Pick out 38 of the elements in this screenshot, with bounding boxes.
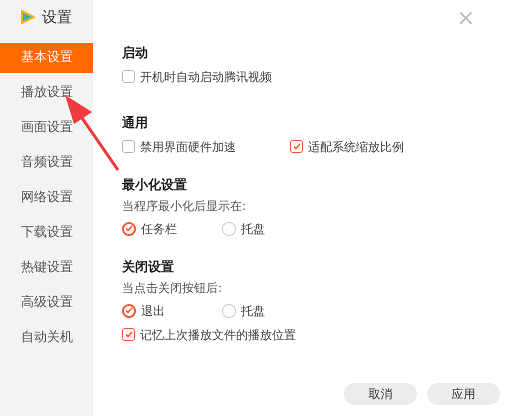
sidebar-item[interactable]: 下载设置 (0, 218, 93, 248)
option-caption: 当点击关闭按钮后: (122, 280, 222, 297)
play-logo-icon (20, 9, 36, 25)
option-label: 托盘 (241, 302, 265, 320)
dialog-button[interactable]: 取消 (344, 383, 417, 405)
checkbox[interactable] (122, 328, 135, 341)
option-label: 记忆上次播放文件的播放位置 (140, 326, 296, 344)
sidebar-item[interactable]: 自动关机 (0, 323, 93, 353)
option-caption: 当程序最小化后显示在: (122, 198, 246, 215)
sidebar-item[interactable]: 热键设置 (0, 253, 93, 283)
check-icon (125, 307, 133, 314)
radio-button[interactable] (122, 304, 136, 318)
dialog-button[interactable]: 应用 (427, 383, 500, 405)
radio-button[interactable] (122, 222, 136, 236)
option-label: 退出 (141, 302, 165, 320)
window-title: 设置 (42, 6, 72, 28)
option-label: 托盘 (241, 220, 265, 238)
sidebar-item[interactable]: 音频设置 (0, 148, 93, 178)
check-icon (124, 331, 132, 338)
sidebar-item[interactable]: 播放设置 (0, 78, 93, 108)
section-heading: 最小化设置 (122, 177, 187, 195)
checkbox[interactable] (122, 140, 135, 153)
option-label: 开机时自动启动腾讯视频 (140, 68, 272, 86)
checkbox[interactable] (122, 70, 135, 83)
check-icon (292, 143, 300, 150)
option-label: 任务栏 (141, 220, 177, 238)
radio-button[interactable] (222, 222, 236, 236)
option-label: 适配系统缩放比例 (308, 138, 404, 156)
check-icon (125, 225, 133, 232)
section-heading: 通用 (122, 115, 148, 133)
sidebar-item[interactable]: 画面设置 (0, 113, 93, 143)
sidebar-item[interactable]: 高级设置 (0, 288, 93, 318)
sidebar-item[interactable]: 网络设置 (0, 183, 93, 213)
section-heading: 关闭设置 (122, 258, 174, 277)
option-label: 禁用界面硬件加速 (140, 138, 236, 156)
checkbox[interactable] (290, 140, 303, 153)
section-heading: 启动 (122, 44, 148, 63)
radio-button[interactable] (222, 304, 236, 318)
